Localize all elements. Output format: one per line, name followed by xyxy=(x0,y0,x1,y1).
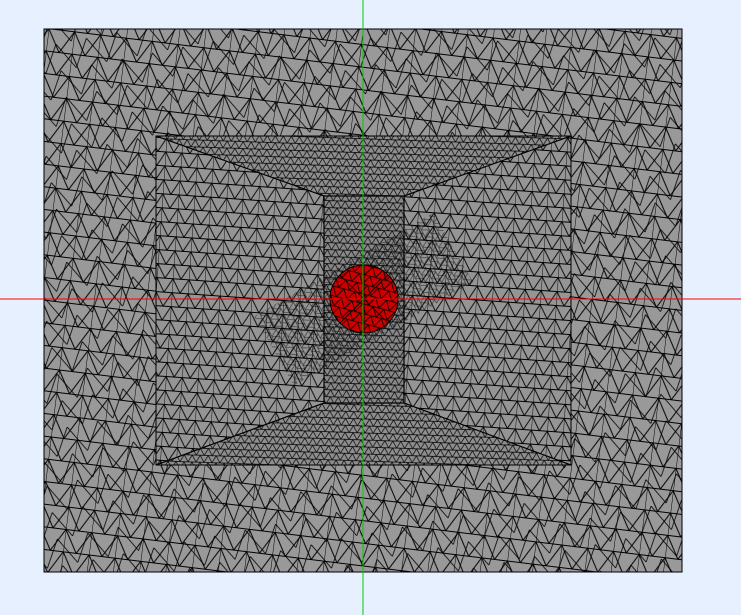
mesh-canvas[interactable] xyxy=(0,0,741,615)
mesh-viewport[interactable] xyxy=(0,0,741,615)
